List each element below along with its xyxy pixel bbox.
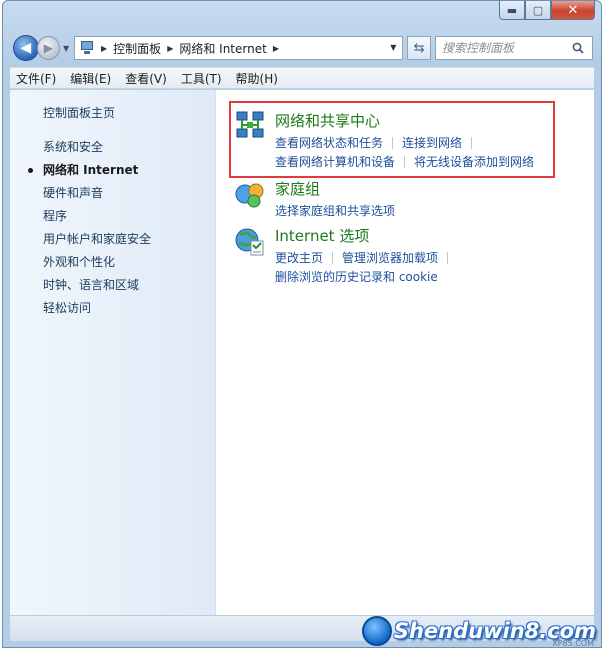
address-dropdown-icon[interactable]: ▼: [390, 43, 396, 52]
watermark: Shenduwin8.com XP85.COM: [361, 616, 596, 648]
sidebar-item-clock-language[interactable]: 时钟、语言和区域: [10, 274, 215, 297]
globe-logo-icon: [361, 616, 392, 646]
search-input[interactable]: [442, 41, 592, 55]
link-delete-browsing-history[interactable]: 删除浏览的历史记录和 cookie: [275, 270, 438, 284]
menu-tools[interactable]: 工具(T): [181, 70, 222, 87]
refresh-icon: ⇆: [413, 40, 425, 56]
active-bullet-icon: [28, 168, 33, 173]
link-manage-browser-addons[interactable]: 管理浏览器加载项: [342, 251, 438, 265]
category-internet-options: Internet 选项 更改主页 管理浏览器加载项 删除浏览的历史记录和 cook…: [234, 225, 457, 287]
breadcrumb-network-internet[interactable]: 网络和 Internet: [179, 40, 266, 57]
left-navigation-pane: 控制面板主页 系统和安全 网络和 Internet 硬件和声音 程序 用户帐户和…: [10, 90, 216, 615]
control-panel-icon: [79, 40, 95, 56]
close-button[interactable]: ✕: [551, 1, 595, 20]
arrow-left-icon: ◀: [20, 40, 32, 56]
maximize-button[interactable]: ▢: [525, 1, 551, 20]
link-change-home-page[interactable]: 更改主页: [275, 251, 323, 265]
chevron-down-icon: ▼: [63, 43, 70, 53]
category-title-internet-options[interactable]: Internet 选项: [275, 225, 457, 246]
caption-buttons: ▬ ▢ ✕: [499, 1, 595, 21]
menu-view[interactable]: 查看(V): [125, 70, 167, 87]
sidebar-item-user-accounts[interactable]: 用户帐户和家庭安全: [10, 228, 215, 251]
menu-bar: 文件(F) 编辑(E) 查看(V) 工具(T) 帮助(H): [10, 67, 594, 89]
address-bar[interactable]: ▶ 控制面板 ▶ 网络和 Internet ▶ ▼: [74, 36, 404, 60]
navigation-bar: ◀ ▶ ▼ ▶ 控制面板 ▶ 网络和 Internet ▶ ▼ ⇆: [13, 33, 593, 63]
sidebar-item-network-internet[interactable]: 网络和 Internet: [10, 159, 215, 182]
control-panel-home-link[interactable]: 控制面板主页: [43, 104, 215, 121]
sidebar-item-appearance[interactable]: 外观和个性化: [10, 251, 215, 274]
menu-help[interactable]: 帮助(H): [236, 70, 278, 87]
search-box[interactable]: [435, 36, 593, 60]
arrow-right-icon: ▶: [43, 41, 54, 55]
menu-file[interactable]: 文件(F): [16, 70, 56, 87]
main-pane: 网络和共享中心 查看网络状态和任务 连接到网络 查看网络计算机和设备 将无线设备添加…: [216, 90, 594, 615]
category-list: 系统和安全 网络和 Internet 硬件和声音 程序 用户帐户和家庭安全 外观…: [10, 136, 215, 320]
sidebar-item-hardware-sound[interactable]: 硬件和声音: [10, 182, 215, 205]
homegroup-icon: [235, 183, 264, 208]
breadcrumb-arrow-icon[interactable]: ▶: [167, 44, 173, 53]
internet-options-icon: [235, 228, 264, 256]
sidebar-item-programs[interactable]: 程序: [10, 205, 215, 228]
back-button[interactable]: ◀: [13, 35, 39, 61]
breadcrumb-control-panel[interactable]: 控制面板: [113, 40, 161, 57]
minimize-button[interactable]: ▬: [499, 1, 525, 20]
breadcrumb-arrow-icon[interactable]: ▶: [273, 44, 279, 53]
control-panel-window: ▬ ▢ ✕ ◀ ▶ ▼ ▶ 控制面板 ▶ 网络和 Internet ▶ ▼ ⇆: [2, 0, 602, 648]
breadcrumb-arrow-icon[interactable]: ▶: [101, 44, 107, 53]
search-icon[interactable]: [572, 42, 584, 54]
link-homegroup-sharing-options[interactable]: 选择家庭组和共享选项: [275, 204, 395, 218]
sidebar-item-ease-of-access[interactable]: 轻松访问: [10, 297, 215, 320]
category-homegroup: 家庭组 选择家庭组和共享选项: [234, 178, 395, 221]
sidebar-item-system-security[interactable]: 系统和安全: [10, 136, 215, 159]
refresh-button[interactable]: ⇆: [407, 36, 431, 60]
menu-edit[interactable]: 编辑(E): [70, 70, 111, 87]
forward-button[interactable]: ▶: [36, 36, 61, 60]
highlight-box: [229, 101, 555, 178]
watermark-subtext: XP85.COM: [552, 639, 594, 648]
recent-pages-dropdown[interactable]: ▼: [60, 44, 72, 53]
sidebar-item-label: 网络和 Internet: [43, 163, 139, 177]
content-area: 控制面板主页 系统和安全 网络和 Internet 硬件和声音 程序 用户帐户和…: [10, 90, 594, 615]
category-title-homegroup[interactable]: 家庭组: [275, 178, 395, 199]
